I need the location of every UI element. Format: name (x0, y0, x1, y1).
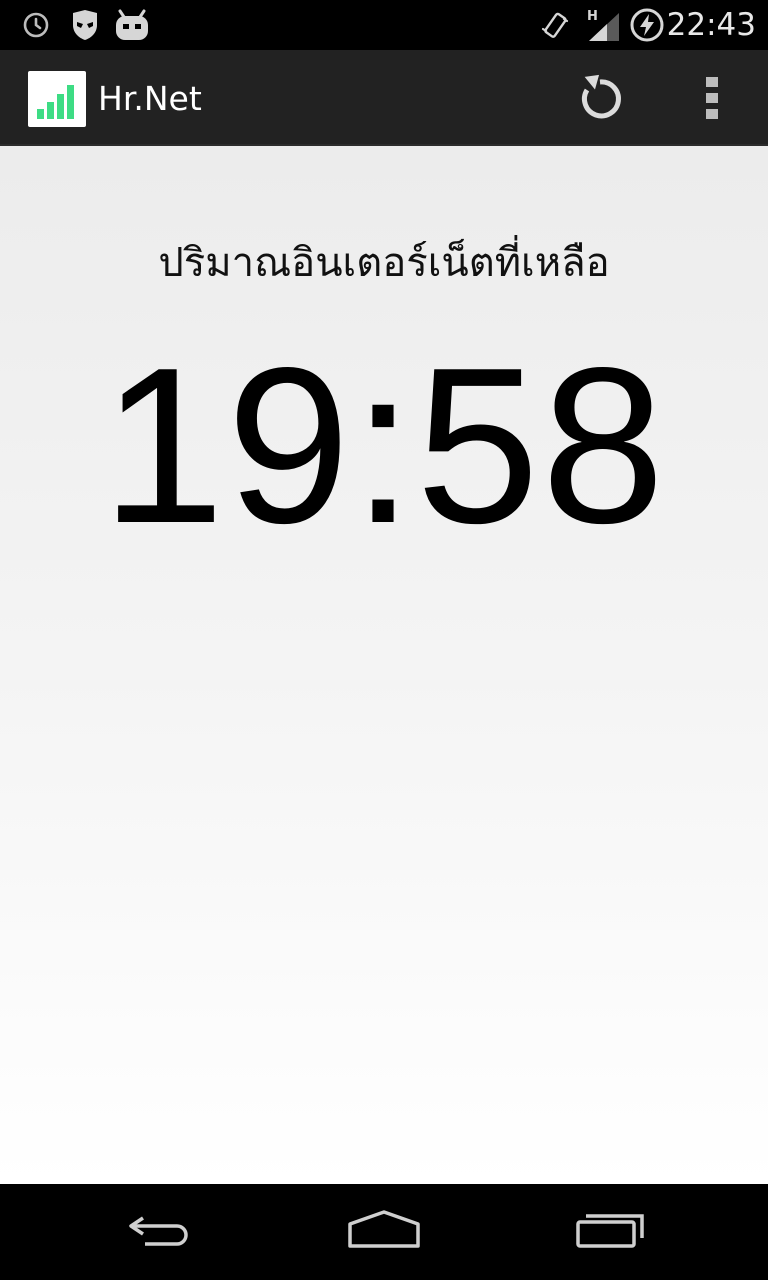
svg-text:H: H (587, 9, 598, 24)
remaining-time-value: 19:58 (101, 322, 667, 570)
status-bar: H 22:43 (0, 0, 768, 50)
alarm-clock-icon (20, 6, 52, 44)
back-button[interactable] (110, 1202, 210, 1262)
overflow-menu-button[interactable] (690, 68, 734, 132)
back-icon (125, 1210, 195, 1254)
signal-h-icon: H (584, 6, 624, 44)
vibrate-icon (538, 6, 572, 44)
action-bar: Hr.Net (0, 50, 768, 146)
refresh-icon (574, 72, 626, 128)
battery-charging-icon (628, 6, 666, 44)
home-icon (346, 1210, 422, 1254)
overflow-menu-icon (705, 76, 719, 124)
home-button[interactable] (334, 1202, 434, 1262)
signal-bars-icon[interactable] (28, 71, 86, 127)
remaining-internet-label: ปริมาณอินเตอร์เน็ตที่เหลือ (158, 240, 610, 286)
app-title: Hr.Net (98, 79, 202, 118)
incognito-mask-icon (68, 6, 102, 44)
recents-icon (574, 1210, 646, 1254)
navigation-bar (0, 1184, 768, 1280)
cyanogenmod-bugdroid-icon (112, 6, 152, 44)
status-clock: 22:43 (666, 7, 756, 43)
main-content: ปริมาณอินเตอร์เน็ตที่เหลือ 19:58 (0, 146, 768, 1184)
recents-button[interactable] (560, 1202, 660, 1262)
refresh-button[interactable] (568, 68, 632, 132)
